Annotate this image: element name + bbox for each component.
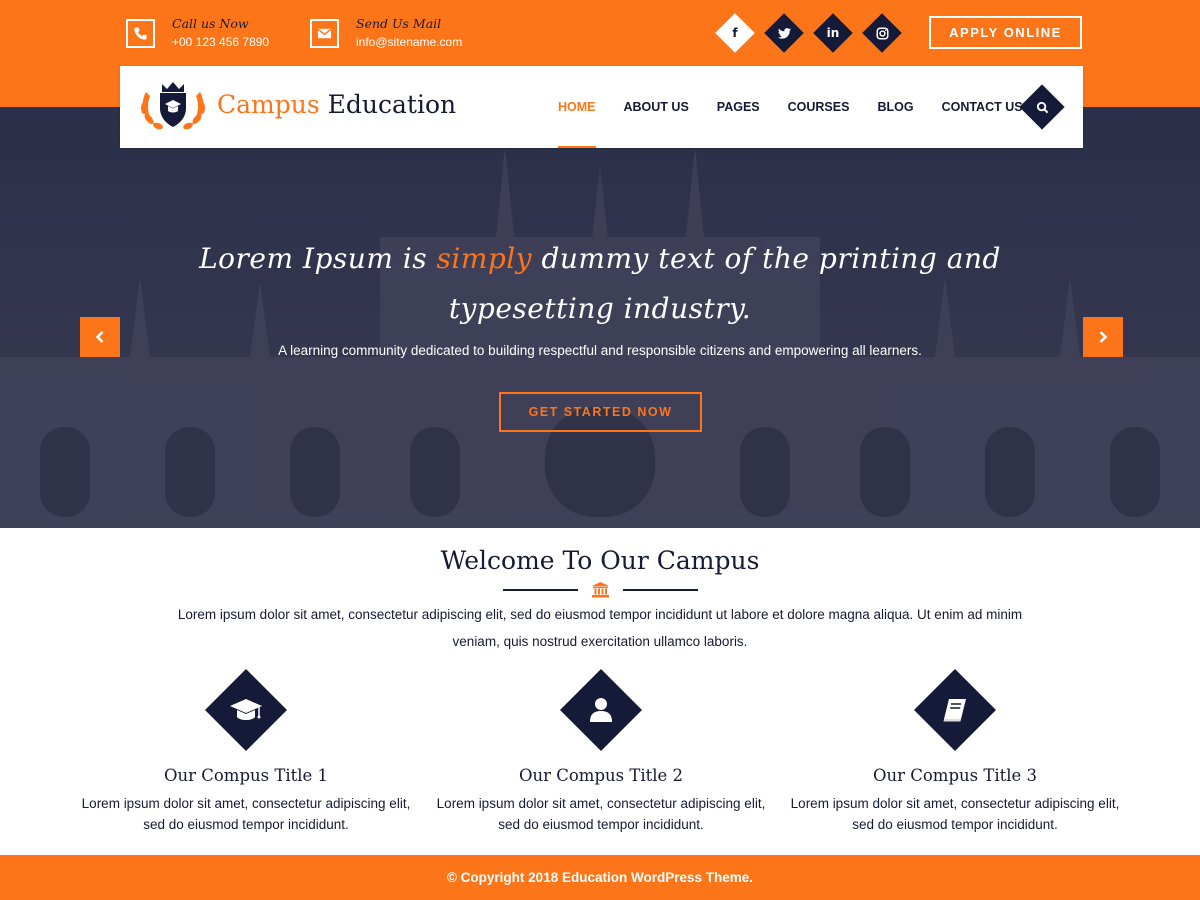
envelope-icon bbox=[310, 18, 339, 48]
feature-title: Our Compus Title 3 bbox=[872, 766, 1038, 785]
social-links: f in bbox=[715, 13, 911, 53]
campus-logo[interactable] bbox=[136, 80, 210, 134]
welcome-title: Welcome To Our Campus bbox=[440, 546, 760, 575]
nav-pages[interactable]: PAGES bbox=[717, 66, 760, 148]
mail-title: Send Us Mail bbox=[356, 16, 442, 31]
mail-contact[interactable]: Send Us Mail info@sitename.com bbox=[310, 16, 462, 50]
chevron-right-icon bbox=[1099, 331, 1108, 343]
nav-contact-us[interactable]: CONTACT US bbox=[942, 66, 1023, 148]
search-button[interactable] bbox=[1023, 88, 1061, 126]
welcome-text: Lorem ipsum dolor sit amet, consectetur … bbox=[177, 607, 1023, 649]
instagram-icon[interactable] bbox=[862, 13, 902, 53]
nav-blog[interactable]: BLOG bbox=[877, 66, 913, 148]
footer: © Copyright 2018 Education WordPress The… bbox=[0, 855, 1200, 900]
brand-part1: Campus bbox=[217, 90, 320, 119]
feature-card-3: Our Compus Title 3 Lorem ipsum dolor sit… bbox=[790, 669, 1120, 835]
section-divider bbox=[503, 580, 698, 600]
facebook-glyph: f bbox=[732, 26, 738, 40]
divider-line-left bbox=[503, 589, 578, 591]
search-icon bbox=[1036, 101, 1048, 113]
user-icon bbox=[590, 698, 612, 722]
feature-text: Lorem ipsum dolor sit amet, consectetur … bbox=[436, 796, 766, 832]
feature-title: Our Compus Title 1 bbox=[163, 766, 329, 785]
email-address[interactable]: info@sitename.com bbox=[356, 34, 462, 50]
main-header: Campus Education HOME ABOUT US PAGES COU… bbox=[120, 66, 1083, 148]
slider-prev-button[interactable] bbox=[80, 317, 120, 357]
brand-part2: Education bbox=[327, 90, 457, 119]
chevron-left-icon bbox=[95, 331, 104, 343]
divider-line-right bbox=[623, 589, 698, 591]
hero-title-accent: simply bbox=[436, 242, 533, 275]
hero-title-text-end: dummy text of the printing and typesetti… bbox=[448, 242, 1001, 325]
feature-icon-box bbox=[560, 669, 642, 751]
phone-number[interactable]: +00 123 456 7890 bbox=[172, 34, 269, 50]
hero-title: Lorem Ipsum is simply dummy text of the … bbox=[150, 234, 1050, 334]
get-started-button[interactable]: GET STARTED NOW bbox=[499, 392, 702, 432]
site-brand[interactable]: Campus Education bbox=[217, 90, 456, 120]
nav-home[interactable]: HOME bbox=[558, 66, 596, 148]
feature-icon-box bbox=[205, 669, 287, 751]
graduation-cap-icon bbox=[230, 699, 262, 720]
copyright-text: © Copyright 2018 Education WordPress The… bbox=[446, 870, 754, 885]
feature-text: Lorem ipsum dolor sit amet, consectetur … bbox=[790, 796, 1120, 832]
facebook-icon[interactable]: f bbox=[715, 13, 755, 53]
feature-title: Our Compus Title 2 bbox=[518, 766, 684, 785]
call-title: Call us Now bbox=[172, 16, 249, 31]
institution-icon bbox=[592, 582, 609, 598]
apply-online-button[interactable]: APPLY ONLINE bbox=[929, 16, 1082, 49]
phone-icon bbox=[126, 18, 155, 48]
feature-card-1: Our Compus Title 1 Lorem ipsum dolor sit… bbox=[81, 669, 411, 835]
call-contact[interactable]: Call us Now +00 123 456 7890 bbox=[126, 16, 269, 50]
hero-title-text: Lorem Ipsum is bbox=[199, 242, 437, 275]
linkedin-glyph: in bbox=[826, 26, 840, 40]
nav-about-us[interactable]: ABOUT US bbox=[624, 66, 689, 148]
feature-card-2: Our Compus Title 2 Lorem ipsum dolor sit… bbox=[436, 669, 766, 835]
twitter-icon[interactable] bbox=[764, 13, 804, 53]
main-nav: HOME ABOUT US PAGES COURSES BLOG CONTACT… bbox=[558, 66, 1051, 148]
nav-courses[interactable]: COURSES bbox=[788, 66, 850, 148]
feature-icon-box bbox=[914, 669, 996, 751]
book-icon bbox=[943, 699, 966, 722]
hero-slider: Lorem Ipsum is simply dummy text of the … bbox=[0, 107, 1200, 528]
feature-text: Lorem ipsum dolor sit amet, consectetur … bbox=[81, 796, 411, 832]
linkedin-icon[interactable]: in bbox=[813, 13, 853, 53]
hero-subtitle: A learning community dedicated to buildi… bbox=[278, 343, 922, 358]
slider-next-button[interactable] bbox=[1083, 317, 1123, 357]
